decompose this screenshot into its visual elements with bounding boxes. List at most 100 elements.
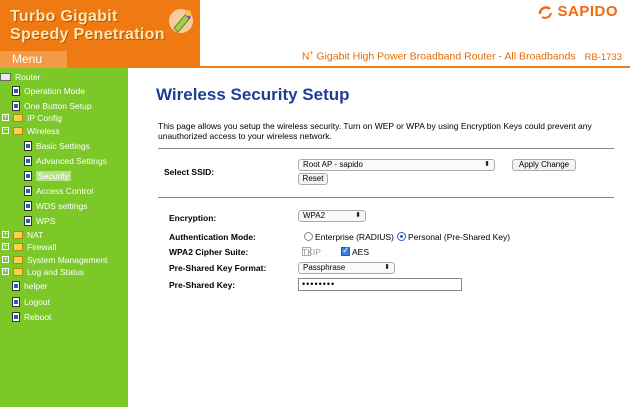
tkip-label: TKIP (302, 247, 321, 257)
brand-line-2: Speedy Penetration (10, 26, 165, 43)
banner-text: Gigabit High Power Broadband Router - Al… (316, 50, 576, 63)
sidebar-item-label: IP Config (27, 112, 62, 123)
expand-icon: + (2, 268, 9, 275)
sidebar-item-label: Reboot (24, 311, 52, 322)
page-icon (24, 170, 32, 181)
sidebar-item-basic-settings[interactable]: Basic Settings (24, 139, 90, 152)
page-icon (24, 155, 32, 166)
pencil-icon (169, 9, 193, 33)
folder-icon (13, 267, 23, 276)
psk-format-select-value: Passphrase (303, 263, 346, 272)
page-icon (24, 200, 32, 211)
sidebar-item-wds-settings[interactable]: WDS settings (24, 199, 88, 212)
page-icon (24, 185, 32, 196)
encryption-select-value: WPA2 (303, 211, 326, 220)
header-right: SAPIDO N+ Gigabit High Power Broadband R… (200, 0, 630, 68)
menu-tab: Menu (0, 51, 67, 68)
apply-change-button[interactable]: Apply Change (512, 159, 576, 171)
sapido-logo: SAPIDO (537, 3, 618, 20)
folder-icon (13, 113, 23, 122)
sidebar-item-label: Operation Mode (24, 85, 85, 96)
expand-icon: + (2, 243, 9, 250)
page-icon (24, 215, 32, 226)
sidebar-item-label: Access Control (36, 185, 94, 196)
sidebar-item-label: One Button Setup (24, 100, 92, 111)
sidebar: Router Operation Mode One Button Setup +… (0, 68, 128, 407)
sidebar-item-label: WDS settings (36, 200, 88, 211)
main-content: Wireless Security Setup This page allows… (128, 68, 630, 407)
router-icon (0, 72, 11, 81)
sidebar-item-label: NAT (27, 229, 44, 240)
cipher-suite-label: WPA2 Cipher Suite: (169, 247, 249, 257)
select-arrows-icon: ⬍ (484, 161, 490, 168)
sidebar-item-label: WPS (36, 215, 56, 226)
sidebar-item-label: Log and Status (27, 266, 85, 277)
header-banner: N+ Gigabit High Power Broadband Router -… (302, 50, 622, 63)
page-icon (12, 100, 20, 111)
reset-button[interactable]: Reset (298, 173, 328, 185)
personal-radio-label: Personal (Pre-Shared Key) (408, 232, 511, 242)
sidebar-item-label: Firewall (27, 241, 57, 252)
sidebar-item-advanced-settings[interactable]: Advanced Settings (24, 154, 107, 167)
sidebar-item-label: Basic Settings (36, 140, 90, 151)
page-icon (24, 140, 32, 151)
aes-checkbox[interactable] (341, 245, 350, 256)
personal-radio[interactable] (397, 232, 406, 241)
select-arrows-icon: ⬍ (355, 212, 361, 219)
ssid-label: Select SSID: (164, 167, 215, 177)
select-arrows-icon: ⬍ (384, 264, 390, 271)
psk-format-select[interactable]: Passphrase ⬍ (298, 262, 395, 274)
enterprise-radio-label: Enterprise (RADIUS) (315, 232, 394, 242)
sidebar-item-label: Security (36, 170, 71, 181)
aes-label: AES (352, 247, 370, 257)
sidebar-item-firewall[interactable]: + Firewall (2, 240, 56, 253)
psk-label: Pre-Shared Key: (169, 280, 236, 290)
psk-format-label: Pre-Shared Key Format: (169, 263, 267, 273)
expand-icon: + (2, 256, 9, 263)
encryption-select[interactable]: WPA2 ⬍ (298, 210, 366, 222)
collapse-icon: − (2, 127, 9, 134)
folder-open-icon (13, 126, 23, 135)
divider (158, 148, 614, 149)
sidebar-item-label: Logout (24, 296, 50, 307)
page-icon (12, 296, 20, 307)
expand-icon: + (2, 114, 9, 121)
swirl-icon (539, 5, 553, 19)
sidebar-item-wps[interactable]: WPS (24, 214, 55, 227)
sidebar-item-logout[interactable]: Logout (12, 295, 50, 308)
page-icon (12, 85, 20, 96)
page-icon (12, 280, 20, 291)
sidebar-item-label: Advanced Settings (36, 155, 107, 166)
brand-line-1: Turbo Gigabit (10, 8, 118, 25)
sidebar-item-label: Wireless (27, 125, 60, 136)
psk-input[interactable]: •••••••• (298, 278, 462, 291)
sidebar-item-router[interactable]: Router (0, 70, 41, 83)
brand-panel: Turbo Gigabit Speedy Penetration Menu (0, 0, 200, 68)
sidebar-item-helper[interactable]: helper (12, 279, 48, 292)
ssid-select-value: Root AP - sapido (303, 160, 363, 169)
sidebar-item-label: helper (24, 280, 48, 291)
page-title: Wireless Security Setup (156, 85, 350, 104)
banner-sup: + (309, 50, 314, 57)
sidebar-item-log-and-status[interactable]: + Log and Status (2, 265, 84, 278)
enterprise-radio[interactable] (304, 232, 313, 241)
expand-icon: + (2, 231, 9, 238)
sidebar-item-security[interactable]: Security (24, 169, 71, 182)
encryption-label: Encryption: (169, 213, 217, 223)
ssid-select[interactable]: Root AP - sapido ⬍ (298, 159, 495, 171)
page-root: Turbo Gigabit Speedy Penetration Menu SA… (0, 0, 630, 407)
sidebar-item-ip-config[interactable]: + IP Config (2, 111, 62, 124)
sidebar-item-label: System Management (27, 254, 108, 265)
sidebar-item-reboot[interactable]: Reboot (12, 310, 51, 323)
divider (158, 197, 614, 198)
page-icon (12, 311, 20, 322)
auth-mode-label: Authentication Mode: (169, 232, 256, 242)
sidebar-item-label: Router (15, 71, 41, 82)
folder-icon (13, 255, 23, 264)
sidebar-item-operation-mode[interactable]: Operation Mode (12, 84, 85, 97)
folder-icon (13, 242, 23, 251)
sidebar-item-wireless[interactable]: − Wireless (2, 124, 60, 137)
sidebar-item-access-control[interactable]: Access Control (24, 184, 93, 197)
logo-text: SAPIDO (557, 3, 618, 20)
page-description: This page allows you setup the wireless … (158, 121, 592, 141)
